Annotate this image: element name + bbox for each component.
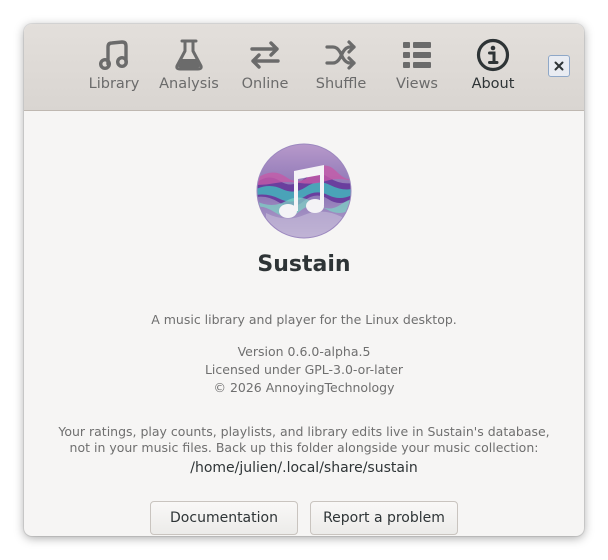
app-logo-icon	[256, 143, 352, 239]
tab-shuffle[interactable]: Shuffle	[303, 38, 379, 102]
close-icon	[554, 61, 564, 71]
about-content: Sustain A music library and player for t…	[24, 111, 584, 536]
info-icon	[476, 38, 510, 72]
tab-label: Online	[241, 76, 289, 92]
documentation-button[interactable]: Documentation	[150, 501, 298, 535]
copyright-text: © 2026 AnnoyingTechnology	[213, 380, 395, 395]
tab-library[interactable]: Library	[76, 38, 152, 102]
tab-about[interactable]: About	[455, 38, 531, 102]
list-view-icon	[403, 42, 431, 68]
tab-label: Analysis	[159, 76, 219, 92]
tab-online[interactable]: Online	[227, 38, 303, 102]
data-note-line-2: not in your music files. Back up this fo…	[69, 440, 539, 455]
close-button[interactable]	[548, 55, 570, 77]
tab-label: About	[471, 76, 515, 92]
tab-label: Shuffle	[315, 76, 367, 92]
tab-label: Views	[396, 76, 438, 92]
about-dialog: Library Analysis Online Shuffle Views Ab…	[24, 24, 584, 536]
license-text: Licensed under GPL-3.0-or-later	[204, 362, 404, 377]
shuffle-icon	[325, 40, 356, 70]
headerbar: Library Analysis Online Shuffle Views Ab…	[24, 24, 584, 111]
tab-views[interactable]: Views	[379, 38, 455, 102]
tab-label: Library	[88, 76, 140, 92]
tab-analysis[interactable]: Analysis	[151, 38, 227, 102]
data-folder-path[interactable]: /home/julien/.local/share/sustain	[24, 460, 584, 476]
app-description: A music library and player for the Linux…	[151, 312, 457, 327]
arrows-exchange-icon	[250, 41, 280, 69]
version-text: Version 0.6.0-alpha.5	[237, 344, 371, 359]
flask-icon	[175, 39, 203, 71]
report-problem-button[interactable]: Report a problem	[310, 501, 458, 535]
app-name: Sustain	[257, 252, 351, 277]
music-notes-icon	[98, 40, 129, 71]
